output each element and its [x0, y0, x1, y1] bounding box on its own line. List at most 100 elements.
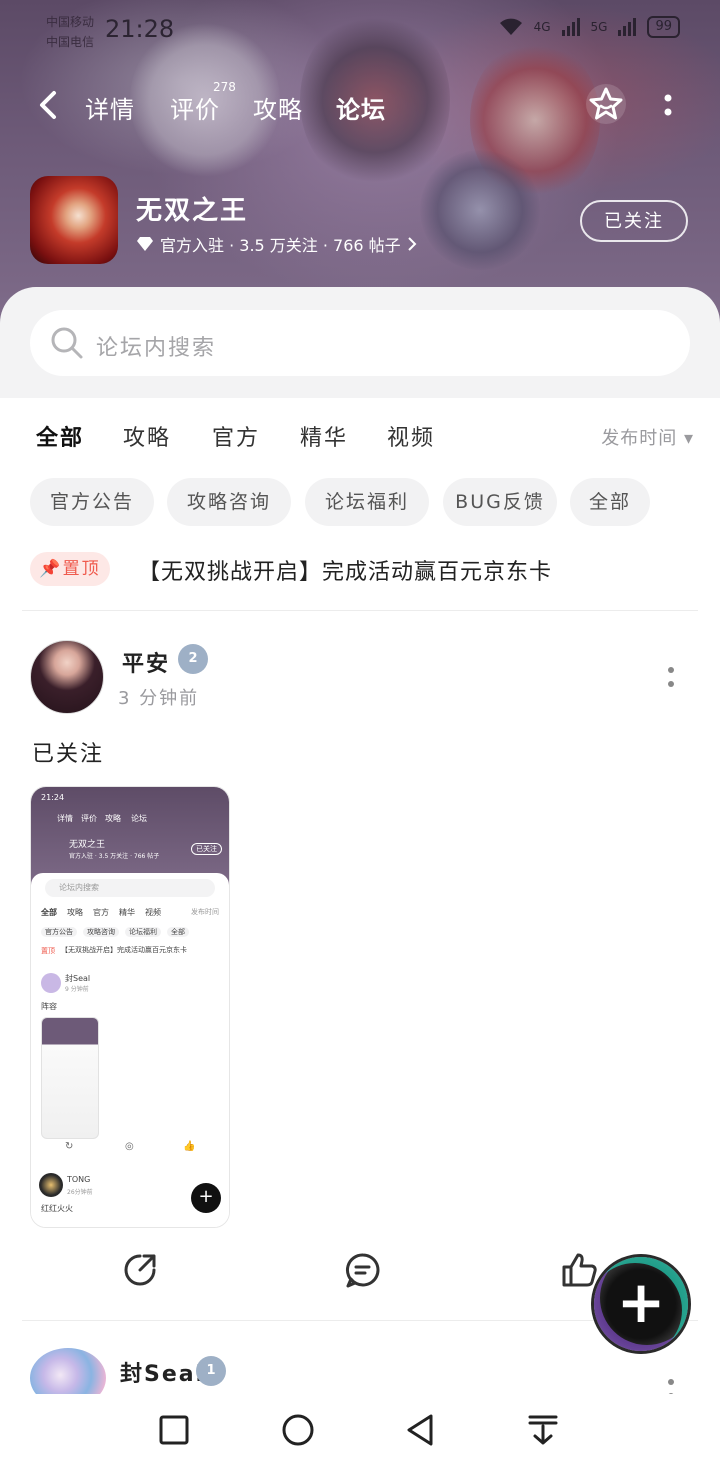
wifi-icon	[499, 18, 522, 35]
square-icon[interactable]	[156, 1412, 192, 1448]
post-image[interactable]: 21:24 详情 评价 攻略 论坛 无双之王 官方入驻 · 3.5 万关注 · …	[30, 786, 230, 1228]
category-tabs: 全部 攻略 官方 精华 视频 发布时间 ▾	[0, 420, 720, 460]
level-badge: 1	[196, 1356, 226, 1386]
game-meta-text: 官方入驻 · 3.5 万关注 · 766 帖子	[160, 236, 401, 255]
image-avatar	[41, 973, 61, 993]
tab-forum[interactable]: 论坛	[336, 90, 386, 129]
chip-announcements[interactable]: 官方公告	[30, 478, 154, 526]
signal-icon-2	[618, 18, 637, 36]
image-time: 21:24	[41, 793, 65, 802]
post-author[interactable]: 平安	[122, 646, 170, 678]
top-navigation: 详情 评价 278 攻略 论坛	[0, 80, 720, 130]
image-cat-5: 视频	[145, 908, 161, 917]
image-game-name: 无双之王	[69, 840, 106, 850]
image-avatar-2	[39, 1173, 63, 1197]
post-text: 已关注	[32, 742, 105, 767]
image-sort: 发布时间	[191, 908, 219, 916]
image-pinned: 【无双挑战开启】完成活动赢百元京东卡	[61, 946, 187, 954]
download-icon[interactable]	[525, 1412, 561, 1448]
more-icon[interactable]	[660, 90, 676, 120]
image-like-icon: 👍	[183, 1141, 196, 1152]
caret-down-icon: ▾	[683, 428, 694, 449]
follow-button[interactable]: 已关注	[580, 200, 688, 242]
image-game-meta: 官方入驻 · 3.5 万关注 · 766 帖子	[69, 853, 160, 860]
search-input[interactable]: 论坛内搜索	[30, 310, 690, 376]
chip-all[interactable]: 全部	[570, 478, 650, 526]
battery-indicator: 99	[647, 16, 680, 38]
diamond-icon	[137, 237, 153, 251]
image-banner	[31, 787, 229, 887]
image-cat-2: 攻略	[67, 908, 83, 917]
category-guides[interactable]: 攻略	[123, 420, 171, 452]
image-cat-1: 全部	[41, 908, 57, 917]
category-videos[interactable]: 视频	[387, 420, 435, 452]
back-arrow-icon[interactable]	[36, 90, 62, 120]
image-follow: 已关注	[191, 843, 222, 855]
image-share-icon: ↻	[65, 1141, 74, 1152]
triangle-back-icon[interactable]	[403, 1412, 439, 1448]
tab-guides[interactable]: 攻略	[253, 90, 303, 125]
status-bar: 中国移动 中国电信 21:28 4G 5G 99	[0, 10, 720, 50]
image-post2-author: TONG	[67, 1175, 91, 1184]
clock: 21:28	[105, 15, 175, 43]
category-featured[interactable]: 精华	[300, 420, 348, 452]
carrier-1: 中国移动	[46, 15, 95, 29]
image-chip-3: 论坛福利	[125, 927, 161, 937]
image-post-time: 9 分钟前	[65, 986, 89, 993]
chip-guide-questions[interactable]: 攻略咨询	[167, 478, 291, 526]
carrier-info: 中国移动 中国电信	[46, 12, 94, 52]
image-post2-text: 红红火火	[41, 1204, 73, 1213]
carrier-2: 中国电信	[46, 35, 95, 49]
sort-dropdown[interactable]: 发布时间 ▾	[601, 424, 694, 450]
image-tab-2: 评价	[81, 814, 97, 823]
image-tab-1: 详情	[57, 814, 73, 823]
chip-bug-report[interactable]: BUG反馈	[443, 478, 557, 526]
network-4g: 4G	[533, 20, 551, 34]
image-chip-1: 官方公告	[41, 927, 77, 937]
category-all[interactable]: 全部	[36, 420, 84, 454]
image-search: 论坛内搜索	[45, 879, 215, 897]
game-meta[interactable]: 官方入驻 · 3.5 万关注 · 766 帖子	[136, 232, 417, 256]
image-tab-4: 论坛	[131, 814, 147, 823]
image-chip-2: 攻略咨询	[83, 927, 119, 937]
circle-icon[interactable]	[280, 1412, 316, 1448]
star-icon[interactable]	[584, 82, 628, 126]
image-comment-icon: ◎	[125, 1141, 134, 1152]
tab-reviews[interactable]: 评价	[170, 90, 220, 125]
post-author[interactable]: 封Seal	[120, 1356, 205, 1388]
network-5g: 5G	[590, 20, 608, 34]
image-post-text: 阵容	[41, 1002, 57, 1011]
category-official[interactable]: 官方	[212, 420, 260, 452]
image-fab: +	[191, 1183, 221, 1213]
pinned-title: 【无双挑战开启】完成活动赢百元京东卡	[138, 560, 553, 585]
search-icon	[51, 327, 83, 359]
image-tab-3: 攻略	[105, 814, 121, 823]
level-badge: 2	[178, 644, 208, 674]
game-name: 无双之王	[136, 196, 249, 226]
create-post-button[interactable]: +	[594, 1257, 688, 1351]
reviews-count: 278	[213, 80, 236, 94]
image-nested-shot	[41, 1017, 99, 1139]
plus-icon: +	[616, 1268, 666, 1336]
divider	[22, 610, 698, 611]
chip-forum-perks[interactable]: 论坛福利	[305, 478, 429, 526]
chevron-right-icon	[407, 237, 417, 251]
image-chip-4: 全部	[167, 927, 189, 937]
pin-icon: 📌	[39, 559, 63, 579]
system-navigation-bar	[0, 1394, 720, 1469]
avatar[interactable]	[30, 640, 104, 714]
share-icon[interactable]	[120, 1250, 160, 1290]
image-cat-4: 精华	[119, 908, 135, 917]
tab-details[interactable]: 详情	[85, 90, 135, 125]
game-icon[interactable]	[30, 176, 118, 264]
comment-icon[interactable]	[343, 1250, 383, 1290]
game-info: 无双之王 官方入驻 · 3.5 万关注 · 766 帖子 已关注	[0, 176, 720, 268]
image-post-author: 封Seal	[65, 974, 91, 983]
pinned-post[interactable]: 📌置顶 【无双挑战开启】完成活动赢百元京东卡	[30, 550, 690, 590]
image-pinned-badge: 置顶	[41, 947, 55, 955]
more-icon[interactable]	[664, 662, 678, 692]
search-placeholder: 论坛内搜索	[96, 336, 217, 361]
post-time: 3 分钟前	[118, 688, 200, 709]
pinned-badge: 📌置顶	[30, 552, 110, 586]
image-post2-time: 26分钟前	[67, 1189, 93, 1196]
